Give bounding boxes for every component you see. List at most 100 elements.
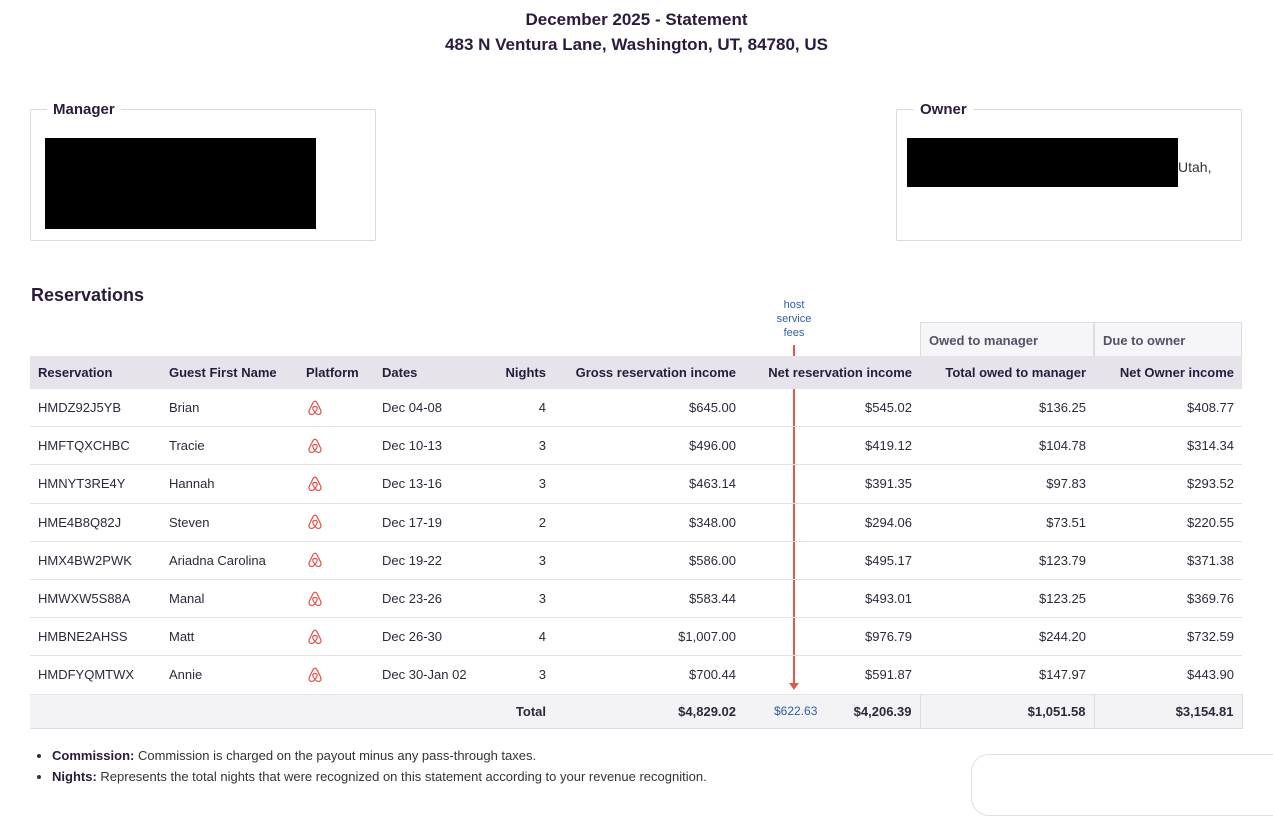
cell-nights: 3 (470, 464, 554, 504)
cell-guest: Ariadna Carolina (161, 541, 298, 580)
note-item: Commission: Commission is charged on the… (52, 745, 707, 766)
col-net[interactable]: Net reservation income (744, 356, 920, 389)
cell-guest: Brian (161, 389, 298, 428)
note-text: Represents the total nights that were re… (96, 769, 707, 784)
total-gross: $4,829.02 (554, 694, 744, 729)
cell-gross: $348.00 (554, 503, 744, 542)
cell-reservation-id[interactable]: HMDFYQMTWX (30, 655, 161, 695)
cell-reservation-id[interactable]: HME4B8Q82J (30, 503, 161, 542)
col-guest[interactable]: Guest First Name (161, 356, 298, 389)
cell-total-owed: $136.25 (920, 389, 1094, 428)
cell-nights: 3 (470, 655, 554, 695)
cell-guest: Matt (161, 617, 298, 657)
owner-label: Owner (914, 101, 973, 118)
cell-platform (298, 503, 374, 542)
cell-dates: Dec 23-26 (374, 579, 470, 619)
total-label: Total (470, 694, 554, 729)
statement-notes: Commission: Commission is charged on the… (30, 745, 707, 787)
cell-total-owed: $244.20 (920, 617, 1094, 657)
redacted-block (907, 138, 1178, 187)
total-net-cell: $622.63 $4,206.39 (744, 694, 920, 729)
cell-reservation-id[interactable]: HMNYT3RE4Y (30, 464, 161, 504)
cell-gross: $1,007.00 (554, 617, 744, 657)
total-net: $4,206.39 (853, 703, 912, 719)
annotation-line: service (776, 313, 812, 325)
col-nights[interactable]: Nights (470, 356, 554, 389)
cell-net: $495.17 (744, 541, 920, 580)
col-total-owed[interactable]: Total owed to manager (920, 356, 1094, 389)
annotation-line: host (783, 299, 805, 311)
cell-total-owed: $104.78 (920, 426, 1094, 466)
cell-platform (298, 426, 374, 466)
group-header-due-to-owner: Due to owner (1094, 322, 1242, 356)
airbnb-icon (306, 437, 366, 455)
cell-total-owed: $97.83 (920, 464, 1094, 504)
cell-net: $545.02 (744, 389, 920, 428)
owner-address-fragment: Utah, (1178, 159, 1212, 175)
cell-dates: Dec 19-22 (374, 541, 470, 580)
table-row[interactable]: HMDFYQMTWX Annie Dec 30-Jan 02 3 $700.44 $591… (30, 655, 1242, 695)
col-net-owner[interactable]: Net Owner income (1094, 356, 1242, 389)
manager-card: Manager (30, 101, 376, 241)
table-row[interactable]: HMNYT3RE4Y Hannah Dec 13-16 3 $463.14 $391.35… (30, 464, 1242, 504)
cell-gross: $583.44 (554, 579, 744, 619)
group-header-owed-to-manager: Owed to manager (920, 322, 1094, 356)
col-gross[interactable]: Gross reservation income (554, 356, 744, 389)
cell-net: $976.79 (744, 617, 920, 657)
cell-guest: Manal (161, 579, 298, 619)
note-term: Commission: (52, 748, 135, 763)
redacted-block (45, 138, 316, 229)
cell-reservation-id[interactable]: HMBNE2AHSS (30, 617, 161, 657)
table-row[interactable]: HMX4BW2PWK Ariadna Carolina Dec 19-22 3 $586… (30, 541, 1242, 580)
cell-platform (298, 655, 374, 695)
note-text: Commission is charged on the payout minu… (134, 748, 537, 763)
cell-gross: $700.44 (554, 655, 744, 695)
host-service-fees-annotation: host service fees (771, 298, 817, 340)
cell-reservation-id[interactable]: HMFTQXCHBC (30, 426, 161, 466)
cell-total-owed: $123.79 (920, 541, 1094, 580)
table-header-row: Reservation Guest First Name Platform Da… (30, 356, 1242, 389)
airbnb-icon (306, 551, 366, 569)
col-reservation[interactable]: Reservation (30, 356, 161, 389)
cell-nights: 3 (470, 579, 554, 619)
cell-dates: Dec 04-08 (374, 389, 470, 428)
cell-total-owed: $73.51 (920, 503, 1094, 542)
table-row[interactable]: HMFTQXCHBC Tracie Dec 10-13 3 $496.00 $419.12… (30, 426, 1242, 466)
col-dates[interactable]: Dates (374, 356, 470, 389)
total-owner: $3,154.81 (1093, 694, 1243, 729)
col-platform[interactable]: Platform (298, 356, 374, 389)
cell-total-owed: $147.97 (920, 655, 1094, 695)
cell-net: $391.35 (744, 464, 920, 504)
cell-gross: $586.00 (554, 541, 744, 580)
cell-platform (298, 617, 374, 657)
property-address: 483 N Ventura Lane, Washington, UT, 8478… (445, 35, 828, 54)
table-row[interactable]: HMBNE2AHSS Matt Dec 26-30 4 $1,007.00 $976.79… (30, 617, 1242, 657)
table-row[interactable]: HMDZ92J5YB Brian Dec 04-08 4 $645.00 $545.02 $… (30, 389, 1242, 428)
cell-nights: 3 (470, 541, 554, 580)
table-row[interactable]: HME4B8Q82J Steven Dec 17-19 2 $348.00 $294.06… (30, 503, 1242, 542)
cell-reservation-id[interactable]: HMWXW5S88A (30, 579, 161, 619)
total-owed: $1,051.58 (919, 694, 1094, 729)
cell-net-owner: $732.59 (1094, 617, 1242, 657)
cell-net: $591.87 (744, 655, 920, 695)
cell-net-owner: $314.34 (1094, 426, 1242, 466)
cell-platform (298, 579, 374, 619)
cell-net-owner: $293.52 (1094, 464, 1242, 504)
cell-dates: Dec 30-Jan 02 (374, 655, 470, 695)
cell-net: $419.12 (744, 426, 920, 466)
cell-nights: 2 (470, 503, 554, 542)
table-row[interactable]: HMWXW5S88A Manal Dec 23-26 3 $583.44 $493.01 $… (30, 579, 1242, 619)
airbnb-icon (306, 666, 366, 684)
cell-guest: Hannah (161, 464, 298, 504)
cell-net-owner: $408.77 (1094, 389, 1242, 428)
cell-reservation-id[interactable]: HMX4BW2PWK (30, 541, 161, 580)
cell-dates: Dec 10-13 (374, 426, 470, 466)
cell-platform (298, 541, 374, 580)
owner-card: Owner Utah, (896, 101, 1242, 241)
annotation-line: fees (783, 327, 805, 339)
cell-net-owner: $220.55 (1094, 503, 1242, 542)
cell-reservation-id[interactable]: HMDZ92J5YB (30, 389, 161, 428)
cell-platform (298, 464, 374, 504)
airbnb-icon (306, 628, 366, 646)
total-host-service-fees: $622.63 (774, 703, 818, 718)
